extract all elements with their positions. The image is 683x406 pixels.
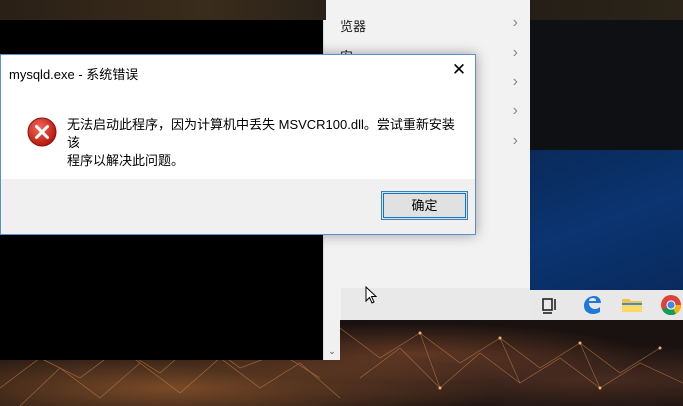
chevron-right-icon: ›	[512, 132, 518, 149]
file-explorer-icon[interactable]	[620, 293, 644, 317]
desktop-area	[530, 20, 683, 150]
edge-icon[interactable]	[580, 293, 604, 317]
chevron-right-icon: ›	[512, 44, 518, 61]
error-message: 无法启动此程序，因为计算机中丢失 MSVCR100.dll。尝试重新安装该 程序…	[67, 116, 457, 170]
chevron-right-icon: ›	[512, 14, 518, 31]
chevron-right-icon: ›	[512, 102, 518, 119]
error-icon	[27, 117, 57, 147]
start-menu-item[interactable]: 览器 ›	[326, 10, 530, 38]
desktop-wallpaper-blue	[530, 150, 683, 290]
taskbar	[530, 290, 683, 320]
scroll-down-icon[interactable]: ⌄	[324, 344, 340, 358]
menu-item-label: 览器	[340, 19, 367, 34]
dialog-title: mysqld.exe - 系统错误	[9, 67, 139, 82]
task-view-icon[interactable]	[538, 293, 562, 317]
chevron-right-icon: ›	[512, 73, 518, 90]
error-message-line: 程序以解决此问题。	[67, 153, 185, 168]
error-dialog: mysqld.exe - 系统错误 ✕ 无法启动此程序，因为计算机中丢失 MSV…	[0, 54, 476, 235]
ok-button[interactable]: 确定	[381, 191, 468, 220]
mouse-cursor-icon	[365, 286, 377, 304]
error-message-line: 无法启动此程序，因为计算机中丢失 MSVCR100.dll。尝试重新安装该	[67, 117, 455, 150]
close-icon[interactable]: ✕	[443, 55, 475, 85]
chrome-icon[interactable]	[659, 293, 683, 317]
